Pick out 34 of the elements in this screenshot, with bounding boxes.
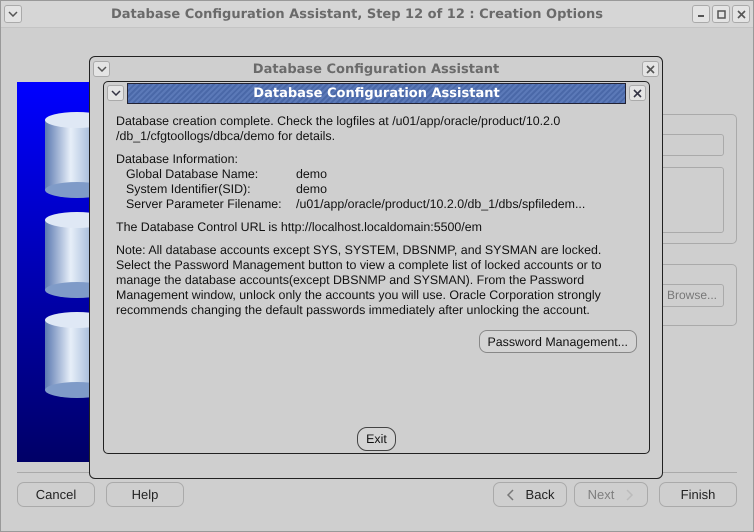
info-label: System Identifier(SID): bbox=[126, 182, 252, 197]
chevron-icon bbox=[96, 66, 106, 72]
note-text: Note: All database accounts except SYS, SYSTEM, DBSNMP, and SYSMAN are locked. Select the Password Management button to view a complete list of locked accounts or to manage the database accounts(except DBSNMP and SYSMAN). From the Password Management window, unlock only the accounts you will use. Oracle Corporation strongly recommends changing the default passwords immediately after unlocking the account. bbox=[116, 243, 603, 318]
chevron-icon bbox=[110, 90, 120, 96]
dialog-button[interactable]: Help bbox=[106, 482, 184, 507]
chevron-icon bbox=[8, 11, 18, 17]
close-icon bbox=[646, 64, 655, 74]
info-heading: Database Information: bbox=[116, 152, 239, 167]
minimize-button[interactable] bbox=[692, 5, 710, 23]
password-management-button[interactable]: Password Management... bbox=[478, 330, 637, 353]
window-title: Database Configuration Assistant, Step 12 of 12 : Creation Options bbox=[110, 6, 604, 22]
dialog-button[interactable]: Cancel bbox=[17, 482, 95, 507]
close-button[interactable] bbox=[732, 5, 750, 23]
info-label: Global Database Name: bbox=[126, 167, 260, 182]
completion-message: Database creation complete. Check the logfiles at /u01/app/oracle/product/10.2.0 /db_1/cfgtoollogs/dbca/demo for details. bbox=[116, 114, 562, 144]
window-menu-button[interactable] bbox=[93, 61, 110, 77]
window-menu-button[interactable] bbox=[4, 5, 22, 23]
maximize-icon bbox=[716, 10, 726, 18]
info-value: /u01/app/oracle/product/10.2.0/db_1/dbs/spfiledem... bbox=[296, 197, 586, 212]
back-button[interactable]: Back bbox=[493, 482, 567, 507]
dialog-button[interactable]: Finish bbox=[659, 482, 737, 507]
info-value: demo bbox=[296, 167, 327, 182]
close-button[interactable] bbox=[642, 61, 659, 77]
maximize-button[interactable] bbox=[712, 5, 730, 23]
info-label: Server Parameter Filename: bbox=[126, 197, 283, 212]
close-icon bbox=[736, 10, 746, 18]
close-button[interactable] bbox=[629, 85, 646, 101]
url-text: The Database Control URL is http://localhost.localdomain:5500/em bbox=[116, 220, 483, 235]
dialog-title: Database Configuration Assistant bbox=[252, 62, 500, 76]
close-icon bbox=[633, 88, 642, 98]
window-menu-button[interactable] bbox=[107, 85, 124, 101]
exit-button[interactable]: Exit bbox=[357, 427, 396, 451]
dialog-title: Database Configuration Assistant bbox=[253, 86, 500, 100]
info-value: demo bbox=[296, 182, 327, 197]
